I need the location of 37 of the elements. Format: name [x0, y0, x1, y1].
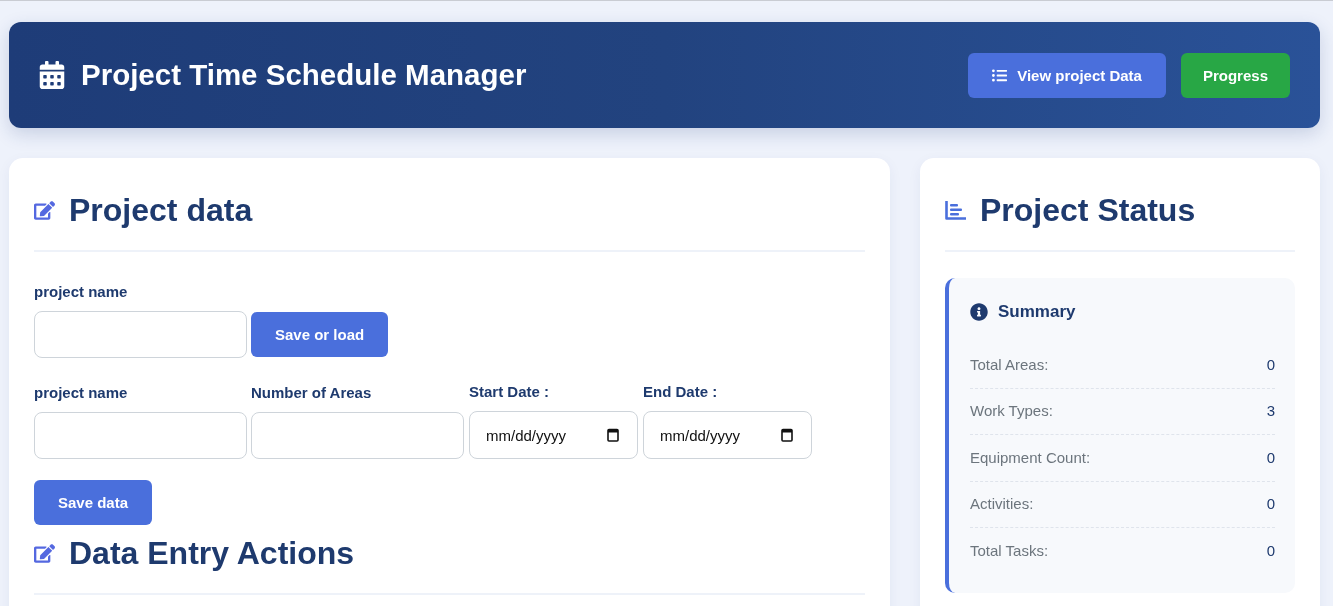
field-label: project name [34, 383, 128, 403]
bar-chart-icon [945, 201, 966, 220]
input-field[interactable] [251, 412, 464, 459]
calendar-icon[interactable] [781, 428, 793, 442]
field-label: Start Date : [469, 382, 550, 402]
edit-icon [34, 200, 55, 221]
stat-label: Activities: [970, 494, 1034, 515]
section-heading: Data Entry Actions [69, 534, 355, 573]
save-or-load-button[interactable]: Save or load [251, 312, 389, 357]
save-data-button[interactable]: Save data [34, 480, 153, 525]
stat-label: Equipment Count: [970, 447, 1091, 468]
field-label: End Date : [643, 382, 718, 402]
stat-value: 0 [1266, 354, 1275, 375]
calendar-icon [38, 61, 66, 89]
stat-label: Total Tasks: [970, 540, 1049, 561]
section-heading: Project data [69, 191, 253, 230]
info-icon [970, 303, 988, 321]
input-field[interactable] [34, 311, 247, 358]
date-field[interactable]: mm/dd/yyyy [469, 411, 638, 459]
stat-value: 0 [1266, 540, 1275, 561]
input-field[interactable] [34, 412, 247, 459]
stat-label: Work Types: [970, 401, 1053, 422]
app-title: Project Time Schedule Manager [81, 57, 527, 93]
edit-icon [34, 543, 55, 564]
date-field[interactable]: mm/dd/yyyy [643, 411, 812, 459]
progress-button[interactable]: Progress [1180, 52, 1290, 98]
calendar-icon[interactable] [607, 428, 619, 442]
stat-label: Total Areas: [970, 354, 1049, 375]
view-data-button[interactable]: View project Data [968, 52, 1166, 98]
stat-value: 3 [1266, 401, 1275, 422]
summary-title: Summary [998, 302, 1076, 322]
stat-value: 0 [1266, 494, 1275, 515]
list-icon [992, 67, 1008, 83]
section-heading: Project Status [980, 191, 1196, 230]
field-label: Number of Areas [251, 383, 372, 403]
stat-value: 0 [1266, 447, 1275, 468]
field-label: project name [34, 282, 128, 302]
